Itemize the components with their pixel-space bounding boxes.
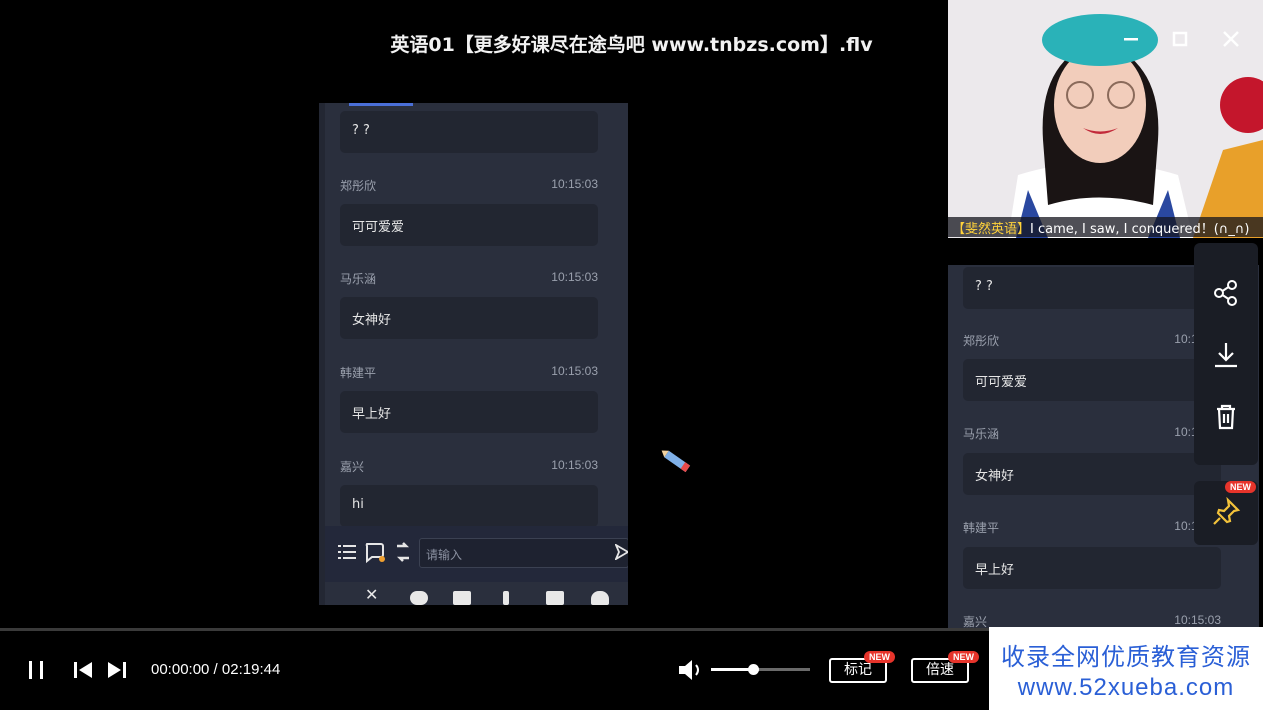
- pause-icon[interactable]: [26, 656, 48, 684]
- pin-icon: [1213, 497, 1241, 525]
- chat-bubble: 可可爱爱: [963, 359, 1221, 401]
- pin-new-badge: NEW: [1225, 481, 1256, 493]
- floating-toolbar: [1194, 243, 1258, 465]
- trash-icon[interactable]: [1210, 401, 1242, 433]
- minimize-icon[interactable]: [1119, 27, 1143, 51]
- comment-icon[interactable]: [363, 540, 387, 564]
- emoji-icon[interactable]: [410, 591, 428, 605]
- card-icon[interactable]: [546, 591, 564, 605]
- maximize-icon[interactable]: [1168, 27, 1192, 51]
- send-icon[interactable]: [615, 544, 628, 560]
- volume-fill: [711, 668, 753, 671]
- chat-bubble: 早上好: [340, 391, 598, 433]
- teacher-video-frame: [948, 0, 1263, 238]
- chat-timestamp: 10:15:03: [1174, 613, 1221, 627]
- chat-active-tab-indicator: [349, 103, 413, 106]
- close-icon[interactable]: ✕: [365, 585, 383, 604]
- chat-message-input[interactable]: 请输入: [419, 538, 628, 568]
- caption-text: I came, I saw, I conquered！(∩_∩): [1030, 222, 1250, 237]
- chat-bubble: ? ?: [963, 267, 1221, 309]
- volume-icon[interactable]: [676, 656, 704, 684]
- chat-panel-main: ? ? 郑彤欣 10:15:03 可可爱爱 马乐涵 10:15:03 女神好 韩…: [319, 103, 628, 605]
- time-separator: /: [209, 661, 222, 678]
- chat-timestamp: 10:15:03: [551, 270, 598, 284]
- volume-slider[interactable]: [711, 664, 810, 675]
- chat-username: 马乐涵: [340, 272, 377, 286]
- previous-icon[interactable]: [71, 656, 95, 684]
- chat-tool-row: ✕: [325, 585, 628, 605]
- chat-username: 马乐涵: [963, 427, 1000, 441]
- gift-icon[interactable]: [453, 591, 471, 605]
- watermark-line1: 收录全网优质教育资源: [1001, 643, 1251, 671]
- chat-bubble: hi: [340, 485, 598, 527]
- volume-knob[interactable]: [747, 664, 759, 675]
- current-time: 00:00:00: [151, 661, 210, 678]
- chat-username: 郑彤欣: [963, 334, 1000, 348]
- download-icon[interactable]: [1210, 339, 1242, 371]
- caption-tag: 【斐然英语】: [952, 222, 1031, 237]
- chat-input-bar: 请输入: [325, 526, 628, 582]
- speed-new-badge: NEW: [948, 651, 979, 663]
- video-caption: 【斐然英语】I came, I saw, I conquered！(∩_∩): [948, 217, 1263, 237]
- pencil-cursor-icon: [661, 450, 691, 473]
- list-icon[interactable]: [335, 540, 359, 564]
- total-duration: 02:19:44: [221, 661, 281, 678]
- chat-username: 韩建平: [963, 521, 1000, 535]
- chat-bubble: ? ?: [340, 111, 598, 153]
- chat-timestamp: 10:15:03: [551, 364, 598, 378]
- time-display: 00:00:00 / 02:19:44: [151, 661, 280, 678]
- chat-bubble: 可可爱爱: [340, 204, 598, 246]
- mark-new-badge: NEW: [864, 651, 895, 663]
- chat-username: 嘉兴: [340, 460, 365, 474]
- next-icon[interactable]: [105, 656, 129, 684]
- watermark: 收录全网优质教育资源 www.52xueba.com: [989, 627, 1263, 710]
- swap-icon[interactable]: [391, 540, 415, 564]
- chat-bubble: 女神好: [340, 297, 598, 339]
- watermark-line2: www.52xueba.com: [1017, 674, 1235, 701]
- chat-timestamp: 10:15:03: [551, 458, 598, 472]
- chat-bubble: 女神好: [963, 453, 1221, 495]
- heart-icon[interactable]: [591, 591, 609, 605]
- teacher-video: [948, 0, 1263, 238]
- mic-icon[interactable]: [503, 591, 509, 605]
- close-window-icon[interactable]: [1219, 27, 1243, 51]
- chat-username: 郑彤欣: [340, 179, 377, 193]
- chat-timestamp: 10:15:03: [551, 177, 598, 191]
- chat-username: 韩建平: [340, 366, 377, 380]
- share-icon[interactable]: [1210, 277, 1242, 309]
- video-title-text: 英语01【更多好课尽在途鸟吧 www.tnbzs.com】.flv: [390, 34, 873, 56]
- chat-bubble: 早上好: [963, 547, 1221, 589]
